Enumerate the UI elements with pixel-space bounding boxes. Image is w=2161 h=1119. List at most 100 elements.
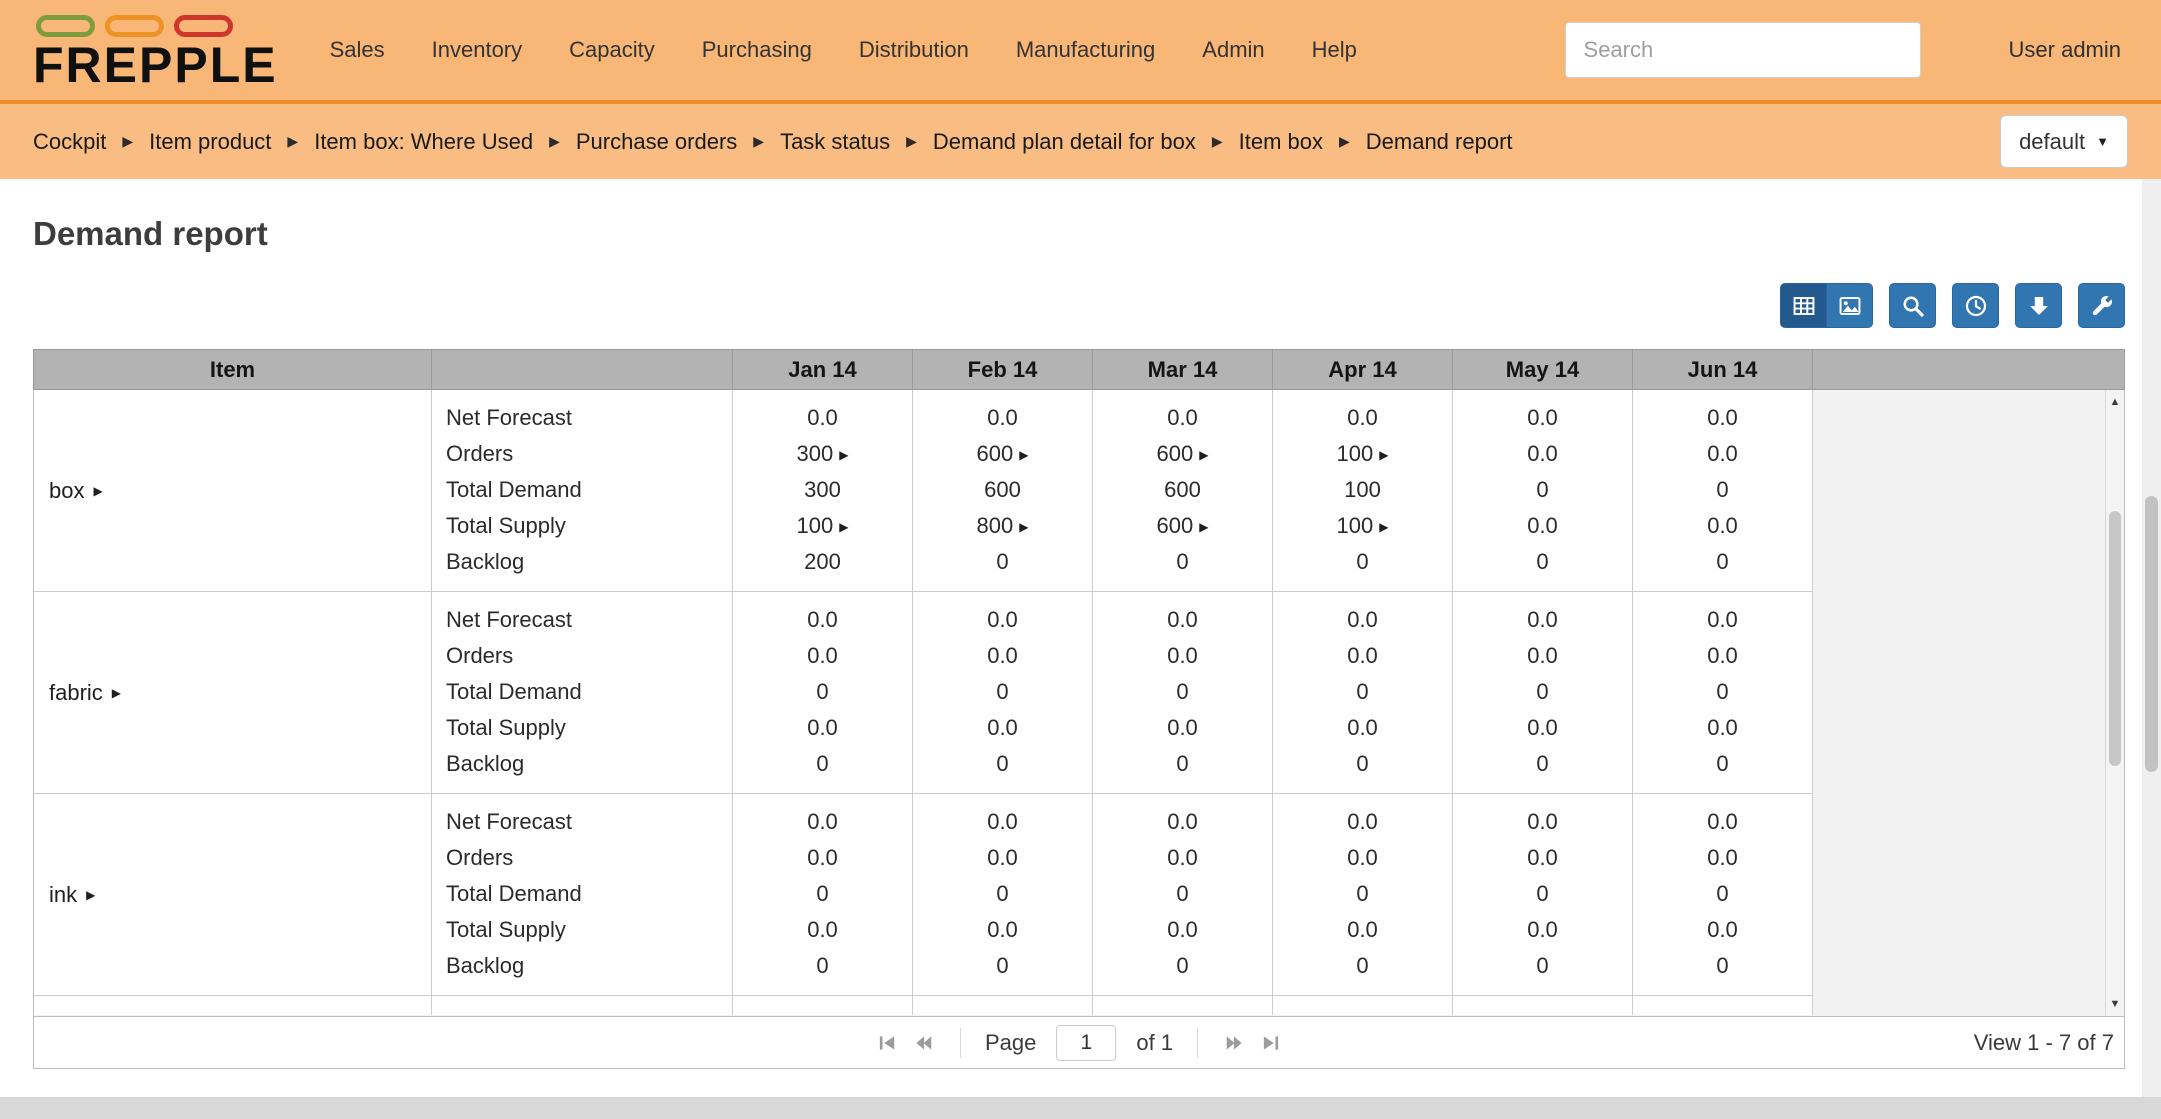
- item-name[interactable]: ink: [49, 882, 77, 908]
- cell-value[interactable]: 100▶: [733, 508, 912, 544]
- cell-value: 0.0: [913, 710, 1092, 746]
- prev-page-icon: [912, 1032, 934, 1054]
- menu-item-purchasing[interactable]: Purchasing: [702, 37, 812, 63]
- drill-down-arrow-icon: ▶: [1199, 520, 1208, 534]
- column-header-measure: [432, 350, 733, 389]
- measure-label: Net Forecast: [432, 400, 732, 436]
- view-selector-label: default: [2019, 129, 2085, 155]
- cell-value[interactable]: 600▶: [1093, 508, 1272, 544]
- table-view-button[interactable]: [1780, 283, 1827, 328]
- cell-value: 0.0: [1453, 436, 1632, 472]
- measure-label: Orders: [432, 638, 732, 674]
- grid-row-group: ink▶Net ForecastOrdersTotal DemandTotal …: [34, 794, 1813, 996]
- cell-value: 0.0: [1093, 840, 1272, 876]
- item-name[interactable]: box: [49, 478, 84, 504]
- grid-scrollbar[interactable]: ▲ ▼: [2105, 390, 2124, 1016]
- measure-label: Total Demand: [432, 674, 732, 710]
- next-page-button[interactable]: [1222, 1030, 1248, 1056]
- measure-label: Backlog: [432, 544, 732, 580]
- breadcrumb-item[interactable]: Item box: [1239, 129, 1323, 155]
- cell-value: 0.0: [1093, 400, 1272, 436]
- cell-value[interactable]: 100▶: [1273, 436, 1452, 472]
- breadcrumb-item[interactable]: Demand report: [1366, 129, 1513, 155]
- measure-label: Backlog: [432, 948, 732, 984]
- search-input[interactable]: [1565, 22, 1921, 78]
- month-cell: [1273, 996, 1453, 1015]
- cell-value[interactable]: 600▶: [1093, 436, 1272, 472]
- cell-value[interactable]: 300▶: [733, 436, 912, 472]
- menu-item-distribution[interactable]: Distribution: [859, 37, 969, 63]
- breadcrumb-item[interactable]: Purchase orders: [576, 129, 737, 155]
- breadcrumb-item[interactable]: Item product: [149, 129, 271, 155]
- browser-scrollbar[interactable]: [2142, 179, 2161, 1097]
- column-header-filler: [1813, 350, 2124, 389]
- menu-item-admin[interactable]: Admin: [1202, 37, 1264, 63]
- next-page-icon: [1224, 1032, 1246, 1054]
- export-button[interactable]: [2015, 283, 2062, 328]
- breadcrumb-item[interactable]: Cockpit: [33, 129, 106, 155]
- menu-item-capacity[interactable]: Capacity: [569, 37, 655, 63]
- logo-pills-icon: [36, 15, 278, 37]
- item-cell: box▶: [34, 390, 432, 591]
- cell-value: 0.0: [1453, 400, 1632, 436]
- drill-down-arrow-icon: ▶: [839, 520, 848, 534]
- cell-value: 0.0: [1453, 840, 1632, 876]
- cell-value: 0.0: [1093, 912, 1272, 948]
- month-cell: 0.00.000.00: [1093, 592, 1273, 793]
- first-page-button[interactable]: [874, 1030, 900, 1056]
- cell-value[interactable]: 800▶: [913, 508, 1092, 544]
- cell-value: 0: [1453, 674, 1632, 710]
- cell-value: 0.0: [1633, 710, 1812, 746]
- cell-value[interactable]: 100▶: [1273, 508, 1452, 544]
- customize-button[interactable]: [2078, 283, 2125, 328]
- scroll-down-icon[interactable]: ▼: [2106, 998, 2124, 1010]
- cell-value: 0: [1093, 674, 1272, 710]
- cell-value[interactable]: 600▶: [913, 436, 1092, 472]
- breadcrumb-item[interactable]: Item box: Where Used: [314, 129, 533, 155]
- drill-down-arrow-icon: ▶: [1019, 520, 1028, 534]
- cell-value: 0.0: [1093, 804, 1272, 840]
- page-input[interactable]: [1056, 1025, 1116, 1061]
- prev-page-button[interactable]: [910, 1030, 936, 1056]
- breadcrumb-item[interactable]: Demand plan detail for box: [933, 129, 1196, 155]
- measure-label: Total Supply: [432, 710, 732, 746]
- cell-value: 300: [733, 472, 912, 508]
- cell-value: 0: [1093, 544, 1272, 580]
- month-cell: 0.0300▶300100▶200: [733, 390, 913, 591]
- month-cell: 0.00.000.00: [1453, 390, 1633, 591]
- grid-scrollbar-thumb[interactable]: [2109, 511, 2121, 766]
- chevron-down-icon: ▼: [2096, 134, 2109, 149]
- last-page-button[interactable]: [1258, 1030, 1284, 1056]
- cell-value: 0: [733, 746, 912, 782]
- measure-labels-cell: Net ForecastOrdersTotal DemandTotal Supp…: [432, 592, 733, 793]
- frepple-logo[interactable]: FREPPLE: [33, 11, 278, 90]
- column-header-jun-14: Jun 14: [1633, 350, 1813, 389]
- search-filter-button[interactable]: [1889, 283, 1936, 328]
- bottom-band: [0, 1097, 2161, 1119]
- cell-value: 0: [1093, 876, 1272, 912]
- cell-value: 0.0: [1273, 638, 1452, 674]
- month-cell: 0.00.000.00: [1273, 794, 1453, 995]
- time-bucket-button[interactable]: [1952, 283, 1999, 328]
- month-cell: 0.00.000.00: [1633, 390, 1813, 591]
- drill-down-arrow-icon: ▶: [1199, 448, 1208, 462]
- breadcrumb-item[interactable]: Task status: [780, 129, 890, 155]
- graph-view-button[interactable]: [1826, 283, 1873, 328]
- browser-scrollbar-thumb[interactable]: [2145, 496, 2158, 772]
- month-cell: 0.00.000.00: [1453, 794, 1633, 995]
- cell-value: 0.0: [913, 400, 1092, 436]
- user-menu[interactable]: User admin: [2009, 37, 2121, 63]
- view-selector-button[interactable]: default ▼: [2000, 115, 2128, 168]
- item-name[interactable]: fabric: [49, 680, 103, 706]
- cell-value: 600: [913, 472, 1092, 508]
- menu-item-help[interactable]: Help: [1312, 37, 1357, 63]
- logo-pill-orange-icon: [105, 15, 164, 37]
- month-cell: [733, 996, 913, 1015]
- last-page-icon: [1260, 1032, 1282, 1054]
- scroll-up-icon[interactable]: ▲: [2106, 396, 2124, 408]
- menu-item-sales[interactable]: Sales: [330, 37, 385, 63]
- download-icon: [2027, 294, 2051, 318]
- cell-value: 0: [1633, 876, 1812, 912]
- menu-item-inventory[interactable]: Inventory: [432, 37, 523, 63]
- menu-item-manufacturing[interactable]: Manufacturing: [1016, 37, 1155, 63]
